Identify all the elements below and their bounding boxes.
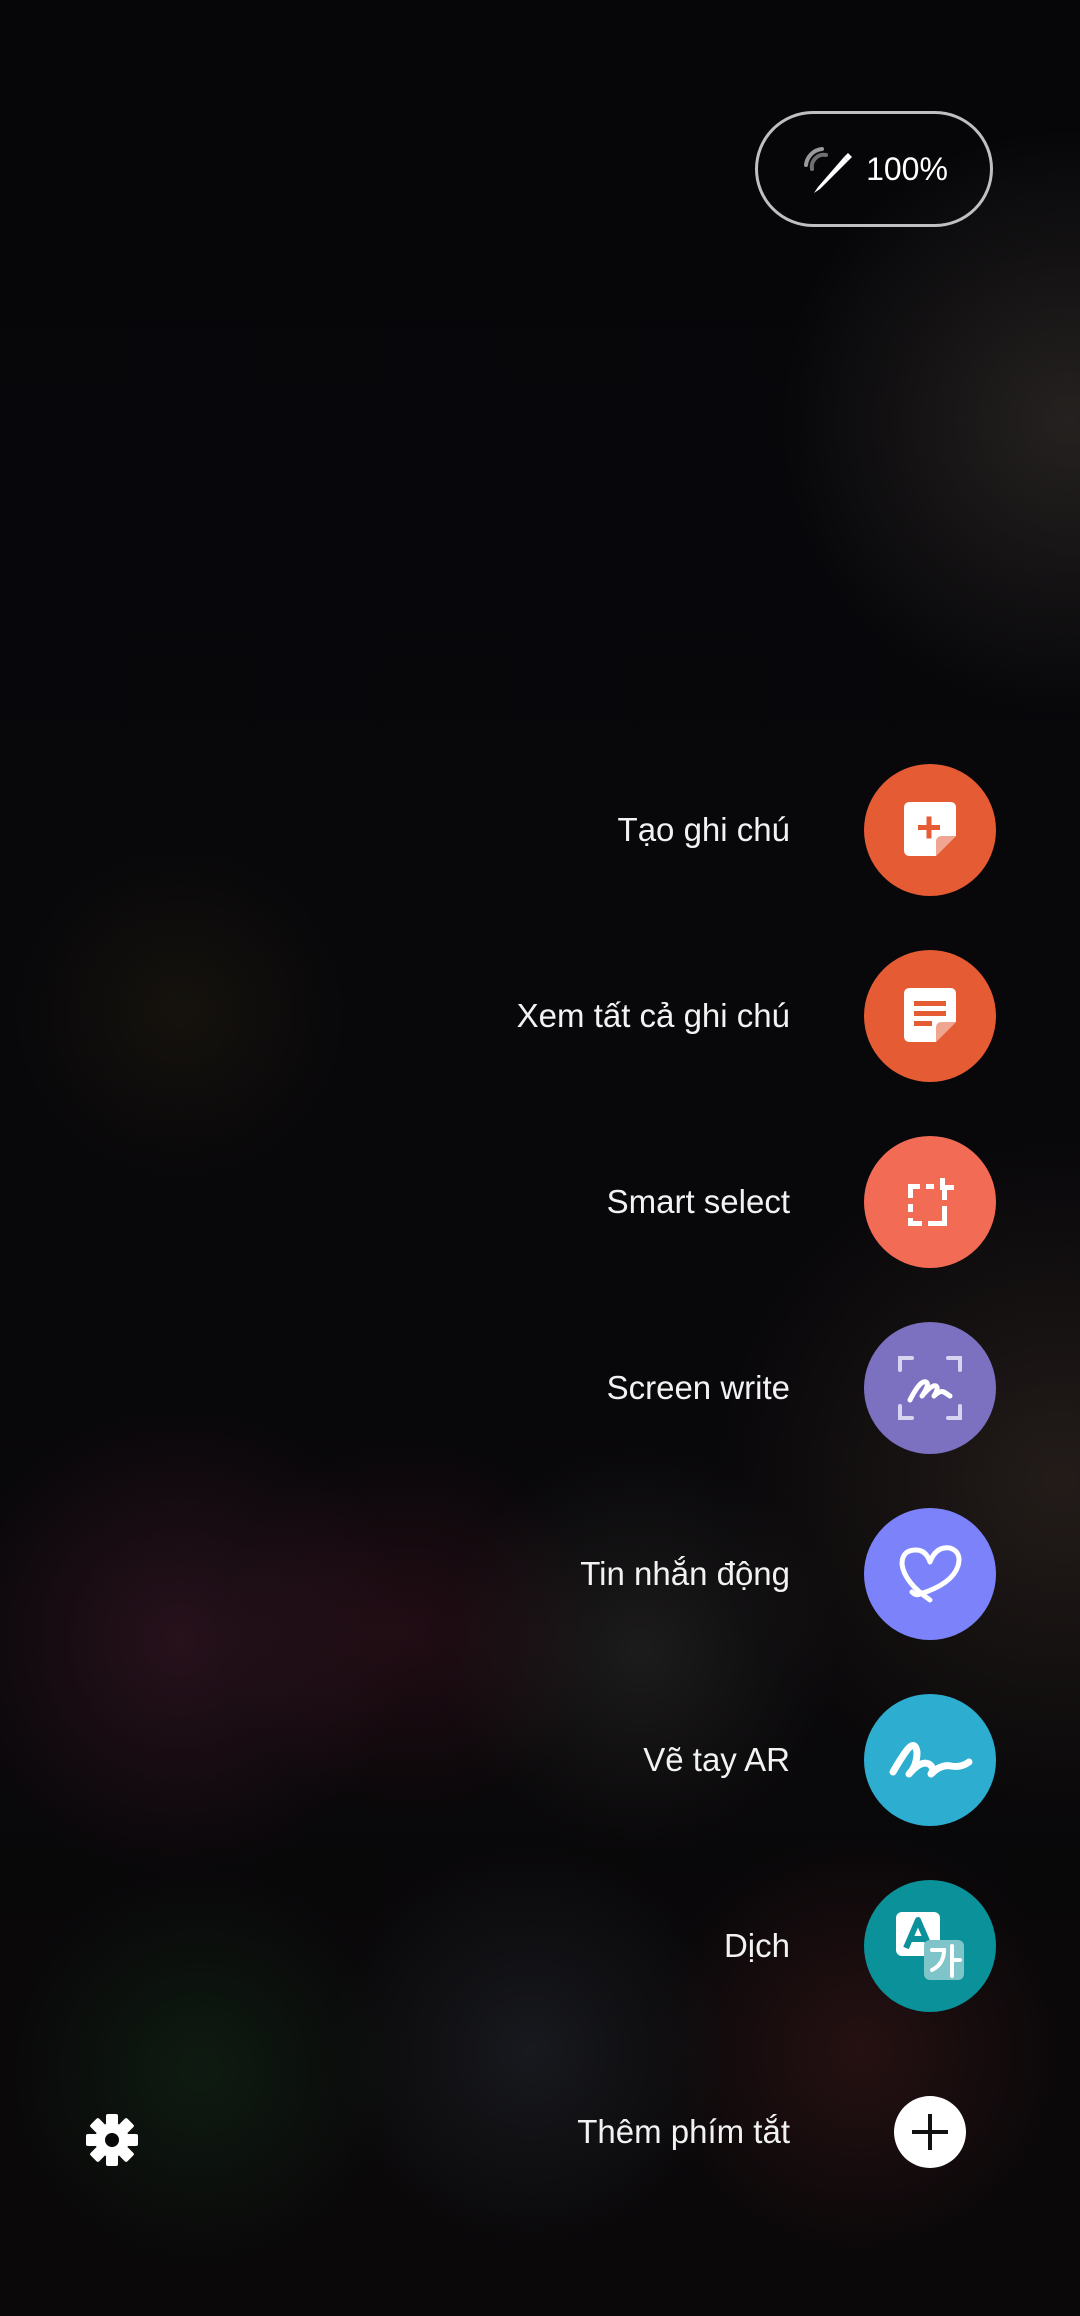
shortcut-label: Tin nhắn động: [580, 1555, 790, 1592]
shortcut-create-note[interactable]: Tạo ghi chú: [0, 764, 1080, 896]
plus-icon: [912, 2114, 948, 2150]
smart-select-button[interactable]: [864, 1136, 996, 1268]
create-note-button[interactable]: [864, 764, 996, 896]
translate-button[interactable]: [864, 1880, 996, 2012]
shortcut-translate[interactable]: Dịch: [0, 1880, 1080, 2012]
shortcut-live-message[interactable]: Tin nhắn động: [0, 1508, 1080, 1640]
shortcut-ar-doodle[interactable]: Vẽ tay AR: [0, 1694, 1080, 1826]
shortcut-label: Screen write: [606, 1369, 790, 1406]
shortcut-view-all-notes[interactable]: Xem tất cả ghi chú: [0, 950, 1080, 1082]
shortcut-screen-write[interactable]: Screen write: [0, 1322, 1080, 1454]
screen-write-icon: [898, 1356, 962, 1420]
view-all-notes-icon: [904, 988, 956, 1042]
create-note-icon: [904, 802, 956, 856]
screen-write-button[interactable]: [864, 1322, 996, 1454]
add-shortcut-label: Thêm phím tắt: [577, 2113, 790, 2150]
shortcut-label: Tạo ghi chú: [617, 811, 790, 848]
add-shortcut-button[interactable]: [894, 2096, 966, 2168]
shortcut-smart-select[interactable]: Smart select: [0, 1136, 1080, 1268]
ar-doodle-button[interactable]: [864, 1694, 996, 1826]
shortcut-label: Xem tất cả ghi chú: [516, 997, 790, 1034]
gear-icon: [86, 2114, 138, 2166]
air-command-menu: Tạo ghi chú Xem tất cả ghi chú Smart sel…: [0, 0, 1080, 2316]
translate-icon: [896, 1912, 964, 1980]
add-shortcut-row[interactable]: Thêm phím tắt: [0, 2066, 1080, 2198]
shortcut-label: Smart select: [606, 1183, 790, 1220]
shortcut-label: Dịch: [723, 1927, 790, 1964]
live-message-button[interactable]: [864, 1508, 996, 1640]
live-message-icon: [899, 1545, 962, 1603]
settings-button[interactable]: [80, 2108, 144, 2172]
shortcut-label: Vẽ tay AR: [643, 1741, 790, 1778]
view-all-notes-button[interactable]: [864, 950, 996, 1082]
ar-doodle-icon: [889, 1742, 973, 1778]
smart-select-icon: [908, 1178, 954, 1226]
